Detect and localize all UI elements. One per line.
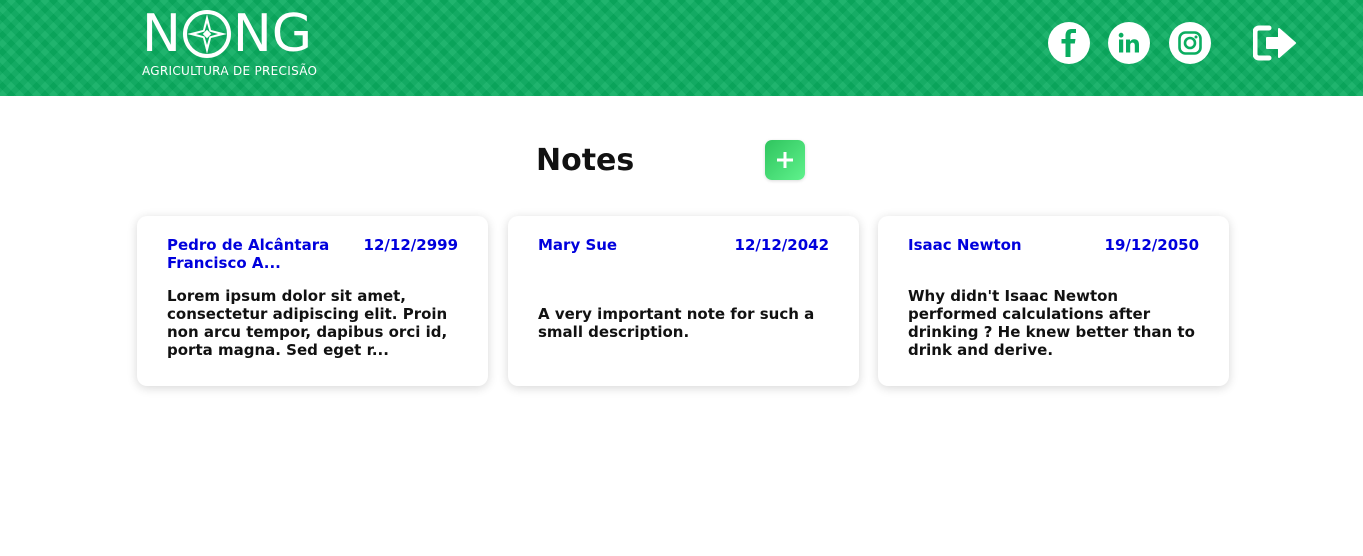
facebook-button[interactable]	[1048, 22, 1090, 64]
logo-tagline: AGRICULTURA DE PRECISÃO	[142, 64, 318, 78]
logo-wordmark: N NG	[142, 8, 312, 60]
note-date: 12/12/2042	[734, 236, 829, 254]
note-author: Isaac Newton	[908, 236, 1022, 254]
note-date: 12/12/2999	[363, 236, 458, 254]
notes-title-row: Notes	[0, 140, 1363, 182]
note-body: A very important note for such a small d…	[538, 271, 835, 374]
instagram-icon	[1178, 31, 1202, 55]
logout-button[interactable]	[1252, 24, 1297, 62]
logo-letters-right: NG	[232, 4, 313, 64]
note-author: Mary Sue	[538, 236, 618, 254]
logout-icon	[1252, 25, 1296, 61]
linkedin-button[interactable]	[1108, 22, 1150, 64]
note-card[interactable]: Isaac Newton 19/12/2050 Why didn't Isaac…	[878, 216, 1229, 386]
facebook-icon	[1061, 29, 1076, 57]
note-author: Pedro de Alcântara Francisco A...	[167, 236, 330, 272]
page-title: Notes	[536, 143, 635, 178]
instagram-button[interactable]	[1169, 22, 1211, 64]
note-date: 19/12/2050	[1104, 236, 1199, 254]
linkedin-icon	[1118, 32, 1139, 53]
note-text: Lorem ipsum dolor sit amet, consectetur …	[167, 286, 448, 359]
note-body: Why didn't Isaac Newton performed calcul…	[908, 271, 1205, 374]
note-text: A very important note for such a small d…	[538, 304, 815, 341]
note-body: Lorem ipsum dolor sit amet, consectetur …	[167, 271, 464, 374]
app-header: N NG AGRICULTURA DE PRECISÃO	[0, 0, 1363, 96]
note-card[interactable]: Pedro de Alcântara Francisco A... 12/12/…	[137, 216, 488, 386]
nong-logo[interactable]: N NG AGRICULTURA DE PRECISÃO	[142, 8, 342, 80]
logo-compass-icon	[182, 10, 231, 58]
plus-icon	[777, 152, 793, 168]
note-card[interactable]: Mary Sue 12/12/2042 A very important not…	[508, 216, 859, 386]
add-note-button[interactable]	[765, 140, 805, 180]
logo-letter-left: N	[142, 4, 181, 64]
note-text: Why didn't Isaac Newton performed calcul…	[908, 286, 1195, 359]
